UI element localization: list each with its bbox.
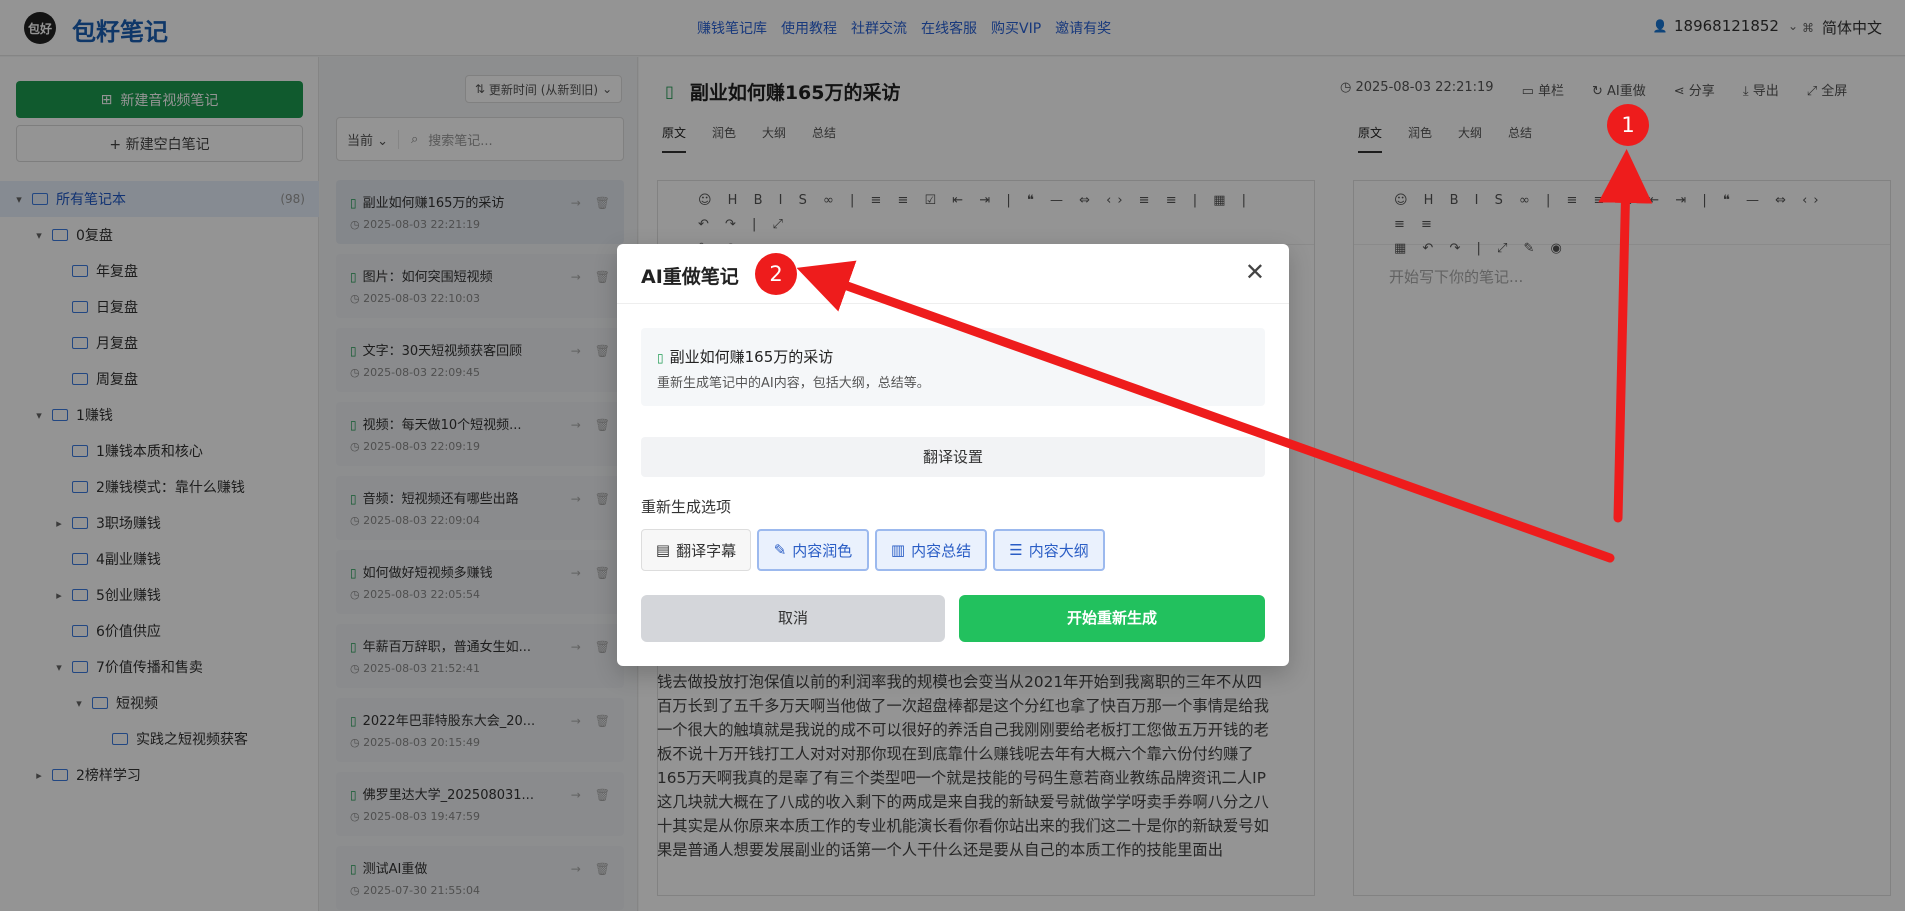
arrow-to-modal-title xyxy=(796,260,1615,563)
arrow-to-ai-redo xyxy=(1598,149,1653,523)
annotation-badge-2: 2 xyxy=(755,253,797,295)
annotation-badge-1: 1 xyxy=(1607,104,1649,146)
